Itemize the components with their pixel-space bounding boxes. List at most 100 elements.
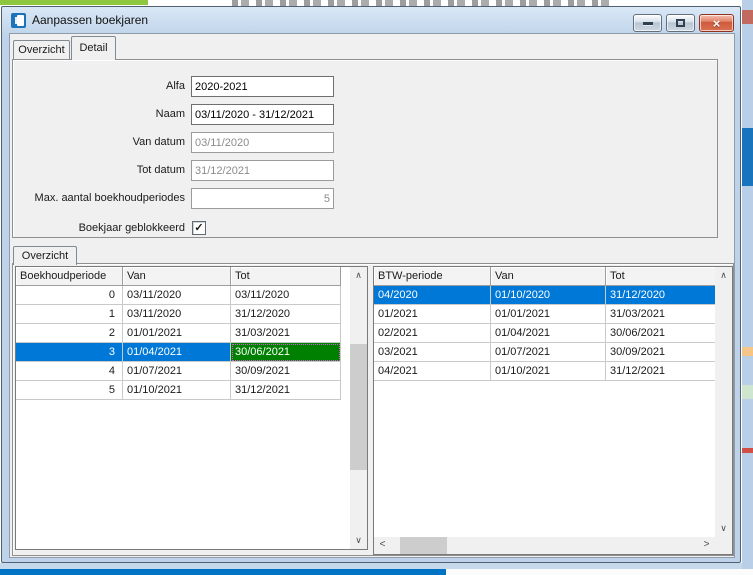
table-cell[interactable]: 01/10/2020 [491,286,606,305]
table-cell[interactable]: 01/2021 [374,305,491,324]
boekjaar-geblokkeerd-checkbox[interactable]: ✓ [192,221,206,235]
close-button[interactable]: × [699,14,734,32]
input-max-aantal-boekhoudperiodes [191,188,334,209]
table-cell[interactable]: 04/2020 [374,286,491,305]
table-cell[interactable]: 0 [16,286,123,305]
right-table-vscrollbar[interactable]: ∧ ∨ [715,267,732,537]
table-cell[interactable]: 01/07/2021 [123,362,231,381]
label-max-aantal-boekhoudperiodes: Max. aantal boekhoudperiodes [13,188,185,209]
btw-periode-table: BTW-periodeVanTot04/202001/10/202031/12/… [373,266,733,555]
dialog-aanpassen-boekjaren: Aanpassen boekjaren × Overzicht Detail A… [1,6,741,563]
window-controls: × [633,14,734,32]
table-cell[interactable]: 03/11/2020 [231,286,341,305]
input-alfa[interactable] [191,76,334,97]
table-cell[interactable]: 02/2021 [374,324,491,343]
table-row[interactable]: 04/202001/10/202031/12/2020 [374,286,732,305]
background-window-fragment [742,448,753,453]
table-row[interactable]: 03/202101/07/202130/09/2021 [374,343,732,362]
background-window-edge [742,0,753,575]
background-window-fragment [742,385,753,399]
table-cell[interactable]: 04/2021 [374,362,491,381]
table-cell[interactable]: 1 [16,305,123,324]
scrollbar-thumb[interactable] [350,344,367,470]
table-row[interactable]: 04/202101/10/202131/12/2021 [374,362,732,381]
input-naam[interactable] [191,104,334,125]
column-header-tot[interactable]: Tot [606,267,716,286]
label-van-datum: Van datum [13,132,185,153]
label-boekjaar-geblokkeerd: Boekjaar geblokkeerd [13,218,185,239]
form-row-van-datum: Van datum [13,132,717,153]
table-cell[interactable]: 01/01/2021 [123,324,231,343]
table-cell[interactable]: 03/11/2020 [123,286,231,305]
table-cell[interactable]: 31/12/2021 [231,381,341,400]
table-cell[interactable]: 03/11/2020 [123,305,231,324]
scroll-down-icon[interactable]: ∨ [350,532,367,549]
table-cell[interactable]: 01/04/2021 [491,324,606,343]
table-cell[interactable]: 01/01/2021 [491,305,606,324]
form-row-alfa: Alfa [13,76,717,97]
right-table-hscrollbar[interactable]: < > [374,537,715,554]
column-header-boekhoudperiode[interactable]: Boekhoudperiode [16,267,123,286]
table-header: BoekhoudperiodeVanTot [16,267,367,286]
background-window-fragment [0,569,446,575]
window-title: Aanpassen boekjaren [32,13,148,27]
table-cell[interactable]: 2 [16,324,123,343]
table-row[interactable]: 003/11/202003/11/2020 [16,286,367,305]
column-header-van[interactable]: Van [491,267,606,286]
scroll-up-icon[interactable]: ∧ [715,267,732,284]
background-window-fragment [742,10,753,24]
table-cell[interactable]: 31/12/2020 [606,286,716,305]
column-header-van[interactable]: Van [123,267,231,286]
table-cell[interactable]: 01/04/2021 [123,343,231,362]
table-cell[interactable]: 01/07/2021 [491,343,606,362]
maximize-button[interactable] [666,14,695,32]
scroll-left-icon[interactable]: < [374,537,391,554]
table-cell[interactable]: 31/12/2020 [231,305,341,324]
form-row-max-aantal-boekhoudperiodes: Max. aantal boekhoudperiodes [13,188,717,209]
tab-detail[interactable]: Detail [71,36,116,60]
table-row[interactable]: 103/11/202031/12/2020 [16,305,367,324]
boekhoudperiode-table: BoekhoudperiodeVanTot003/11/202003/11/20… [15,266,368,550]
scroll-right-icon[interactable]: > [698,537,715,554]
table-cell[interactable]: 30/06/2021 [606,324,716,343]
table-row[interactable]: 501/10/202131/12/2021 [16,381,367,400]
dialog-body: Overzicht Detail Alfa Naam Van datum Tot da… [9,33,735,558]
titlebar[interactable]: Aanpassen boekjaren × [2,7,740,34]
left-table-vscrollbar[interactable]: ∧ ∨ [350,267,367,549]
minimize-icon [643,22,653,25]
label-alfa: Alfa [13,76,185,97]
input-van-datum [191,132,334,153]
form-row-checkbox: Boekjaar geblokkeerd ✓ [13,218,717,239]
table-cell[interactable]: 30/09/2021 [606,343,716,362]
table-cell[interactable]: 03/2021 [374,343,491,362]
table-row[interactable]: 401/07/202130/09/2021 [16,362,367,381]
table-row[interactable]: 01/202101/01/202131/03/2021 [374,305,732,324]
table-cell[interactable]: 31/12/2021 [606,362,716,381]
table-cell[interactable]: 4 [16,362,123,381]
table-cell[interactable]: 3 [16,343,123,362]
table-row[interactable]: 02/202101/04/202130/06/2021 [374,324,732,343]
column-header-tot[interactable]: Tot [231,267,341,286]
table-row[interactable]: 201/01/202131/03/2021 [16,324,367,343]
close-icon: × [713,17,721,30]
scroll-down-icon[interactable]: ∨ [715,520,732,537]
table-cell[interactable]: 31/03/2021 [231,324,341,343]
tab-overzicht-lower[interactable]: Overzicht [13,246,77,265]
screen: Aanpassen boekjaren × Overzicht Detail A… [0,0,753,575]
table-cell[interactable]: 01/10/2021 [491,362,606,381]
column-header-btw-periode[interactable]: BTW-periode [374,267,491,286]
table-cell[interactable]: 30/09/2021 [231,362,341,381]
form-row-naam: Naam [13,104,717,125]
maximize-icon [676,19,685,27]
table-cell[interactable]: 30/06/2021 [231,343,341,362]
scrollbar-thumb[interactable] [400,537,447,554]
table-row[interactable]: 301/04/202130/06/2021 [16,343,367,362]
table-cell[interactable]: 31/03/2021 [606,305,716,324]
form-row-tot-datum: Tot datum [13,160,717,181]
minimize-button[interactable] [633,14,662,32]
tab-overzicht[interactable]: Overzicht [13,40,70,59]
scroll-up-icon[interactable]: ∧ [350,267,367,284]
table-cell[interactable]: 01/10/2021 [123,381,231,400]
table-cell[interactable]: 5 [16,381,123,400]
label-tot-datum: Tot datum [13,160,185,181]
